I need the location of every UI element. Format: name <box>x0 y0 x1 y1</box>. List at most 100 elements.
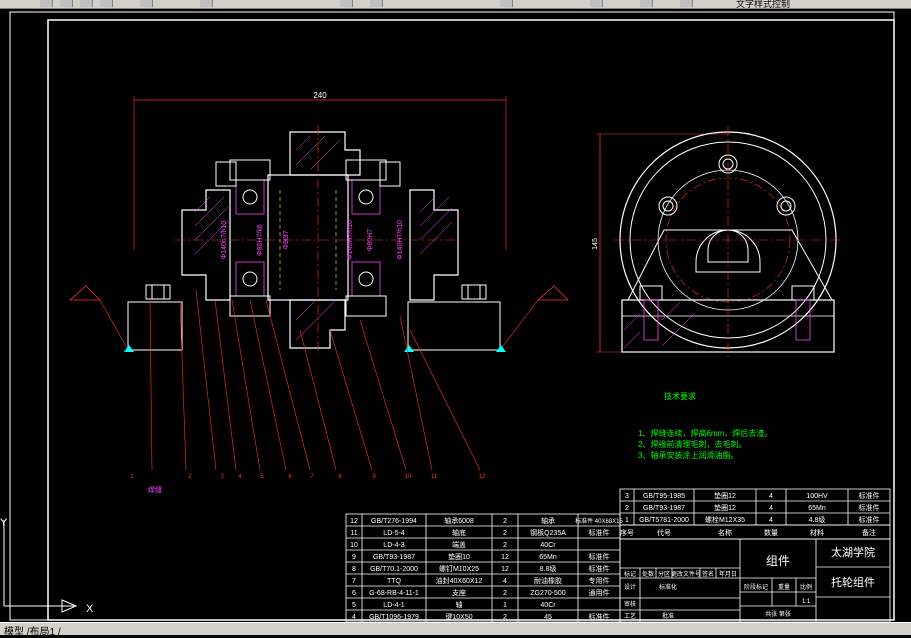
svg-text:3: 3 <box>220 474 224 480</box>
svg-text:TTQ: TTQ <box>387 578 402 585</box>
svg-text:6: 6 <box>352 590 356 597</box>
svg-text:2: 2 <box>503 614 507 621</box>
svg-text:ZG270-500: ZG270-500 <box>530 590 566 597</box>
svg-text:100HV: 100HV <box>806 493 828 500</box>
svg-text:Φ80H7: Φ80H7 <box>367 229 374 251</box>
svg-text:油封40X60X12: 油封40X60X12 <box>436 576 483 585</box>
toolbar-button[interactable] <box>370 0 383 7</box>
svg-text:4: 4 <box>352 614 356 621</box>
svg-text:2、焊接前清理毛刺，去毛刺。: 2、焊接前清理毛刺，去毛刺。 <box>638 439 746 449</box>
svg-text:GB/T70.1-2000: GB/T70.1-2000 <box>370 566 418 573</box>
toolbar-button[interactable] <box>200 0 213 7</box>
svg-text:标记: 标记 <box>624 570 636 578</box>
toolbar-button[interactable] <box>680 0 693 7</box>
svg-text:2: 2 <box>625 505 629 512</box>
svg-text:轴底: 轴底 <box>452 528 466 537</box>
svg-text:1、焊缝连续，焊高6mm，焊后去渣。: 1、焊缝连续，焊高6mm，焊后去渣。 <box>638 428 772 438</box>
svg-text:Y: Y <box>0 517 8 529</box>
svg-text:支座: 支座 <box>452 588 466 597</box>
svg-text:11: 11 <box>350 530 357 537</box>
svg-text:标准件: 标准件 <box>859 503 880 512</box>
svg-text:螺钉M10X25: 螺钉M10X25 <box>439 564 479 573</box>
dim-width-label: 240 <box>313 91 327 100</box>
svg-text:GB/T93-1987: GB/T93-1987 <box>373 554 415 561</box>
ucs-icon: X Y <box>0 517 94 615</box>
svg-text:更改文件号: 更改文件号 <box>671 570 701 578</box>
svg-text:2: 2 <box>503 590 507 597</box>
svg-text:标准化: 标准化 <box>659 583 677 591</box>
svg-text:LD-5-4: LD-5-4 <box>383 530 405 537</box>
svg-text:1: 1 <box>503 602 507 609</box>
drawing-name: 托轮组件 <box>831 575 875 589</box>
svg-text:GB/T95-1985: GB/T95-1985 <box>643 493 685 500</box>
svg-text:技术要求: 技术要求 <box>664 391 696 401</box>
svg-text:2: 2 <box>503 542 507 549</box>
toolbar-button[interactable] <box>590 0 603 7</box>
svg-text:批准: 批准 <box>662 612 674 620</box>
svg-text:垫圈10: 垫圈10 <box>448 552 470 561</box>
svg-text:GB/T5781-2000: GB/T5781-2000 <box>639 517 689 524</box>
toolbar-button[interactable] <box>500 0 513 7</box>
svg-text:垫圈12: 垫圈12 <box>714 491 736 500</box>
dim-width: 240 <box>133 91 507 250</box>
svg-text:3、轴承安装涂上润滑油脂。: 3、轴承安装涂上润滑油脂。 <box>638 450 738 460</box>
svg-text:GB/T1096-1979: GB/T1096-1979 <box>369 614 419 621</box>
callout-leaders <box>149 289 481 471</box>
svg-text:签名: 签名 <box>702 570 714 578</box>
svg-text:共张 第张: 共张 第张 <box>765 610 791 618</box>
svg-text:垫圈12: 垫圈12 <box>714 503 736 512</box>
svg-text:处数: 处数 <box>642 570 654 578</box>
svg-text:9: 9 <box>372 474 376 480</box>
svg-text:专用件: 专用件 <box>589 576 610 585</box>
svg-text:8: 8 <box>352 566 356 573</box>
svg-text:4: 4 <box>769 505 773 512</box>
svg-text:4: 4 <box>769 493 773 500</box>
svg-text:3: 3 <box>625 493 629 500</box>
svg-text:5: 5 <box>260 474 264 480</box>
toolbar-button[interactable] <box>340 0 353 7</box>
svg-text:7: 7 <box>310 474 314 480</box>
svg-text:8: 8 <box>338 474 342 480</box>
front-section-view: Φ140h7/h10 Φ80H7/k6 Φ90f7 Φ140H7/h10 Φ80… <box>68 125 569 355</box>
drawing-canvas[interactable]: 240 Φ140h7/h10 Φ80H7/k6 Φ90f7 Φ140H7/h10… <box>0 8 911 622</box>
svg-text:标准件: 标准件 <box>589 612 610 621</box>
svg-text:键10X50: 键10X50 <box>445 612 472 621</box>
part-name: 组件 <box>766 554 790 568</box>
svg-text:7: 7 <box>352 578 356 585</box>
toolbar-button[interactable] <box>40 0 53 7</box>
svg-text:GB/T93-1987: GB/T93-1987 <box>643 505 685 512</box>
svg-text:代号: 代号 <box>657 528 671 537</box>
svg-text:LD-4-3: LD-4-3 <box>383 542 405 549</box>
model-layout-tabs[interactable]: 模型 /布局1 / <box>4 623 61 638</box>
svg-text:分区: 分区 <box>658 570 670 578</box>
svg-text:1: 1 <box>625 517 629 524</box>
bom-header: 序号 代号 名称 数量 材料 备注 <box>619 524 891 540</box>
svg-text:1: 1 <box>130 474 134 480</box>
toolbar-button[interactable] <box>140 0 153 7</box>
school-name: 太湖学院 <box>831 545 875 559</box>
svg-text:12: 12 <box>350 518 358 525</box>
svg-text:45: 45 <box>544 614 552 621</box>
svg-text:X: X <box>86 603 94 615</box>
svg-text:标准件: 标准件 <box>589 564 610 573</box>
svg-text:40Cr: 40Cr <box>540 602 556 609</box>
layout-tabs-bar: 模型 /布局1 / <box>0 622 911 638</box>
svg-text:轴承: 轴承 <box>541 516 555 525</box>
technical-requirements: 技术要求 1、焊缝连续，焊高6mm，焊后去渣。 2、焊接前清理毛刺，去毛刺。 3… <box>638 391 772 460</box>
svg-text:4: 4 <box>769 517 773 524</box>
svg-text:10: 10 <box>405 474 412 480</box>
svg-text:数量: 数量 <box>764 528 778 537</box>
toolbar-button[interactable] <box>640 0 653 7</box>
svg-text:9: 9 <box>352 554 356 561</box>
svg-text:标准件: 标准件 <box>589 528 610 537</box>
bom-top-rows: 3 GB/T95-1985 垫圈12 4 100HV 标准件 2 GB/T93-1987 垫圈… <box>625 491 879 524</box>
svg-text:Φ140h7/h10: Φ140h7/h10 <box>221 221 228 260</box>
svg-text:G-68-RB-4-11-1: G-68-RB-4-11-1 <box>369 590 419 597</box>
toolbar-button[interactable] <box>80 0 93 7</box>
svg-text:12: 12 <box>479 474 486 480</box>
svg-text:LD-4-1: LD-4-1 <box>383 602 405 609</box>
toolbar-button[interactable] <box>100 0 113 7</box>
svg-text:2: 2 <box>188 474 192 480</box>
toolbar-button[interactable] <box>60 0 73 7</box>
svg-text:标准件: 标准件 <box>859 491 880 500</box>
